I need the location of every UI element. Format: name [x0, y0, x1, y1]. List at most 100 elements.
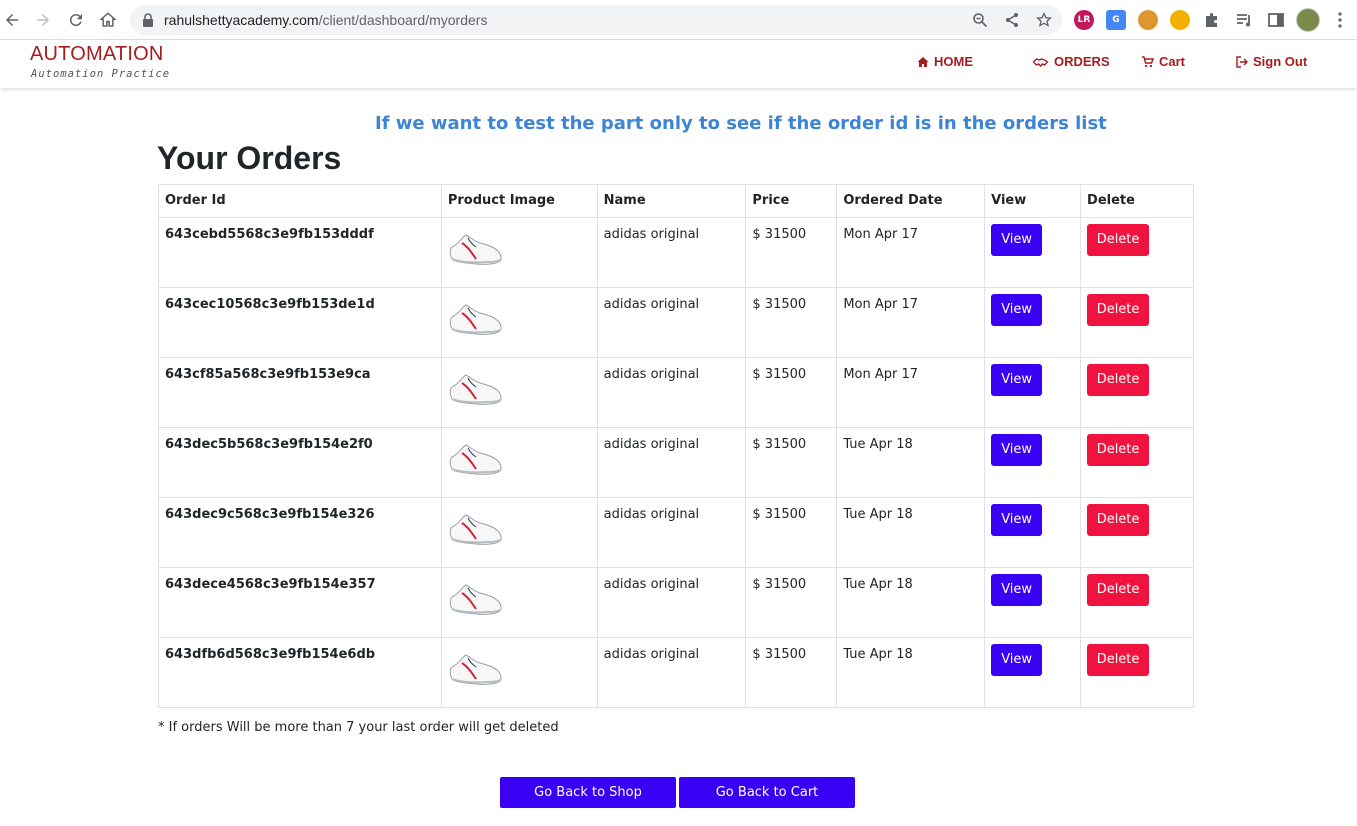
nav-orders-label: ORDERS [1054, 54, 1110, 69]
orders-table: Order Id Product Image Name Price Ordere… [158, 184, 1194, 708]
product-name-cell: adidas original [596, 287, 747, 358]
delete-button[interactable]: Delete [1087, 574, 1150, 606]
delete-button[interactable]: Delete [1087, 644, 1150, 676]
product-image[interactable] [448, 439, 504, 479]
nav-orders[interactable]: ORDERS [1032, 54, 1110, 69]
page-title: Your Orders [157, 140, 342, 176]
translate-label: G [1112, 15, 1120, 25]
delete-cell: Delete [1080, 427, 1194, 498]
url-path: /client/dashboard/myorders [318, 12, 488, 28]
bookmark-star-icon[interactable] [1036, 12, 1052, 28]
column-header-order-id: Order Id [158, 184, 442, 218]
column-header-view: View [984, 184, 1082, 218]
column-header-ordered-date: Ordered Date [836, 184, 986, 218]
forward-arrow-icon[interactable] [33, 10, 53, 30]
view-button[interactable]: View [991, 434, 1043, 466]
product-image[interactable] [448, 369, 504, 409]
nav-sign-out[interactable]: Sign Out [1236, 54, 1307, 69]
cart-icon [1142, 55, 1154, 67]
view-button[interactable]: View [991, 504, 1043, 536]
order-id-cell: 643cebd5568c3e9fb153dddf [158, 217, 442, 288]
lr-extension-icon[interactable]: LR [1074, 10, 1094, 30]
product-name-cell: adidas original [596, 497, 747, 568]
go-back-to-shop-button[interactable]: Go Back to Shop [500, 777, 676, 808]
view-cell: View [984, 497, 1082, 568]
ordered-date-cell: Tue Apr 18 [836, 567, 986, 638]
price-cell: $ 31500 [745, 427, 838, 498]
annotation-text: If we want to test the part only to see … [375, 113, 1107, 134]
product-image[interactable] [448, 649, 504, 689]
extension-circle-icon[interactable] [1170, 10, 1190, 30]
product-image-cell [440, 287, 598, 358]
product-name-cell: adidas original [596, 637, 747, 708]
google-translate-icon[interactable]: G [1106, 10, 1126, 30]
view-button[interactable]: View [991, 224, 1043, 256]
ordered-date-cell: Tue Apr 18 [836, 637, 986, 708]
puzzle-extensions-icon[interactable] [1203, 11, 1221, 29]
logo-subtitle: Automation Practice [31, 68, 171, 80]
address-bar[interactable]: rahulshettyacademy.com/client/dashboard/… [130, 5, 1062, 35]
view-cell: View [984, 217, 1082, 288]
view-button[interactable]: View [991, 644, 1043, 676]
table-row: 643cec10568c3e9fb153de1d adidas original… [158, 287, 1194, 358]
delete-button[interactable]: Delete [1087, 294, 1150, 326]
delete-button[interactable]: Delete [1087, 504, 1150, 536]
product-image-cell [440, 637, 598, 708]
product-image-cell [440, 357, 598, 428]
delete-cell: Delete [1080, 497, 1194, 568]
table-header-row: Order Id Product Image Name Price Ordere… [158, 184, 1194, 218]
lock-icon [143, 13, 153, 27]
product-image-cell [440, 427, 598, 498]
table-row: 643cebd5568c3e9fb153dddf adidas original… [158, 217, 1194, 288]
side-panel-icon[interactable] [1267, 11, 1285, 29]
home-icon[interactable] [98, 10, 118, 30]
price-cell: $ 31500 [745, 567, 838, 638]
product-image[interactable] [448, 509, 504, 549]
nav-home[interactable]: HOME [917, 54, 973, 69]
price-cell: $ 31500 [745, 637, 838, 708]
column-header-delete: Delete [1080, 184, 1194, 218]
nav-cart[interactable]: Cart [1142, 54, 1185, 69]
view-cell: View [984, 357, 1082, 428]
table-row: 643dece4568c3e9fb154e357 adidas original… [158, 567, 1194, 638]
cookie-icon[interactable] [1138, 10, 1158, 30]
delete-button[interactable]: Delete [1087, 364, 1150, 396]
more-menu-icon[interactable] [1331, 11, 1349, 29]
share-icon[interactable] [1004, 12, 1020, 28]
logo-title[interactable]: AUTOMATION [30, 43, 163, 66]
back-arrow-icon[interactable] [2, 10, 22, 30]
table-row: 643dfb6d568c3e9fb154e6db adidas original… [158, 637, 1194, 708]
table-row: 643cf85a568c3e9fb153e9ca adidas original… [158, 357, 1194, 428]
delete-button[interactable]: Delete [1087, 434, 1150, 466]
url-text: rahulshettyacademy.com/client/dashboard/… [164, 12, 487, 28]
product-image[interactable] [448, 299, 504, 339]
product-image[interactable] [448, 579, 504, 619]
product-name-cell: adidas original [596, 217, 747, 288]
go-back-to-cart-button[interactable]: Go Back to Cart [679, 777, 855, 808]
reload-icon[interactable] [66, 10, 86, 30]
view-button[interactable]: View [991, 364, 1043, 396]
profile-avatar[interactable] [1296, 8, 1320, 32]
order-id-cell: 643cec10568c3e9fb153de1d [158, 287, 442, 358]
order-id-cell: 643dec9c568c3e9fb154e326 [158, 497, 442, 568]
nav-home-label: HOME [934, 54, 973, 69]
product-image-cell [440, 567, 598, 638]
zoom-icon[interactable] [972, 12, 988, 28]
ordered-date-cell: Mon Apr 17 [836, 357, 986, 428]
reading-list-icon[interactable] [1235, 11, 1253, 29]
nav-cart-label: Cart [1159, 54, 1186, 69]
browser-toolbar: rahulshettyacademy.com/client/dashboard/… [0, 0, 1357, 40]
view-button[interactable]: View [991, 294, 1043, 326]
delete-button[interactable]: Delete [1087, 224, 1150, 256]
product-image[interactable] [448, 229, 504, 269]
lr-extension-label: LR [1077, 15, 1091, 25]
ordered-date-cell: Tue Apr 18 [836, 497, 986, 568]
ordered-date-cell: Mon Apr 17 [836, 287, 986, 358]
delete-cell: Delete [1080, 357, 1194, 428]
order-id-cell: 643dfb6d568c3e9fb154e6db [158, 637, 442, 708]
view-button[interactable]: View [991, 574, 1043, 606]
delete-cell: Delete [1080, 567, 1194, 638]
nav-sign-out-label: Sign Out [1253, 54, 1308, 69]
delete-cell: Delete [1080, 217, 1194, 288]
table-row: 643dec5b568c3e9fb154e2f0 adidas original… [158, 427, 1194, 498]
